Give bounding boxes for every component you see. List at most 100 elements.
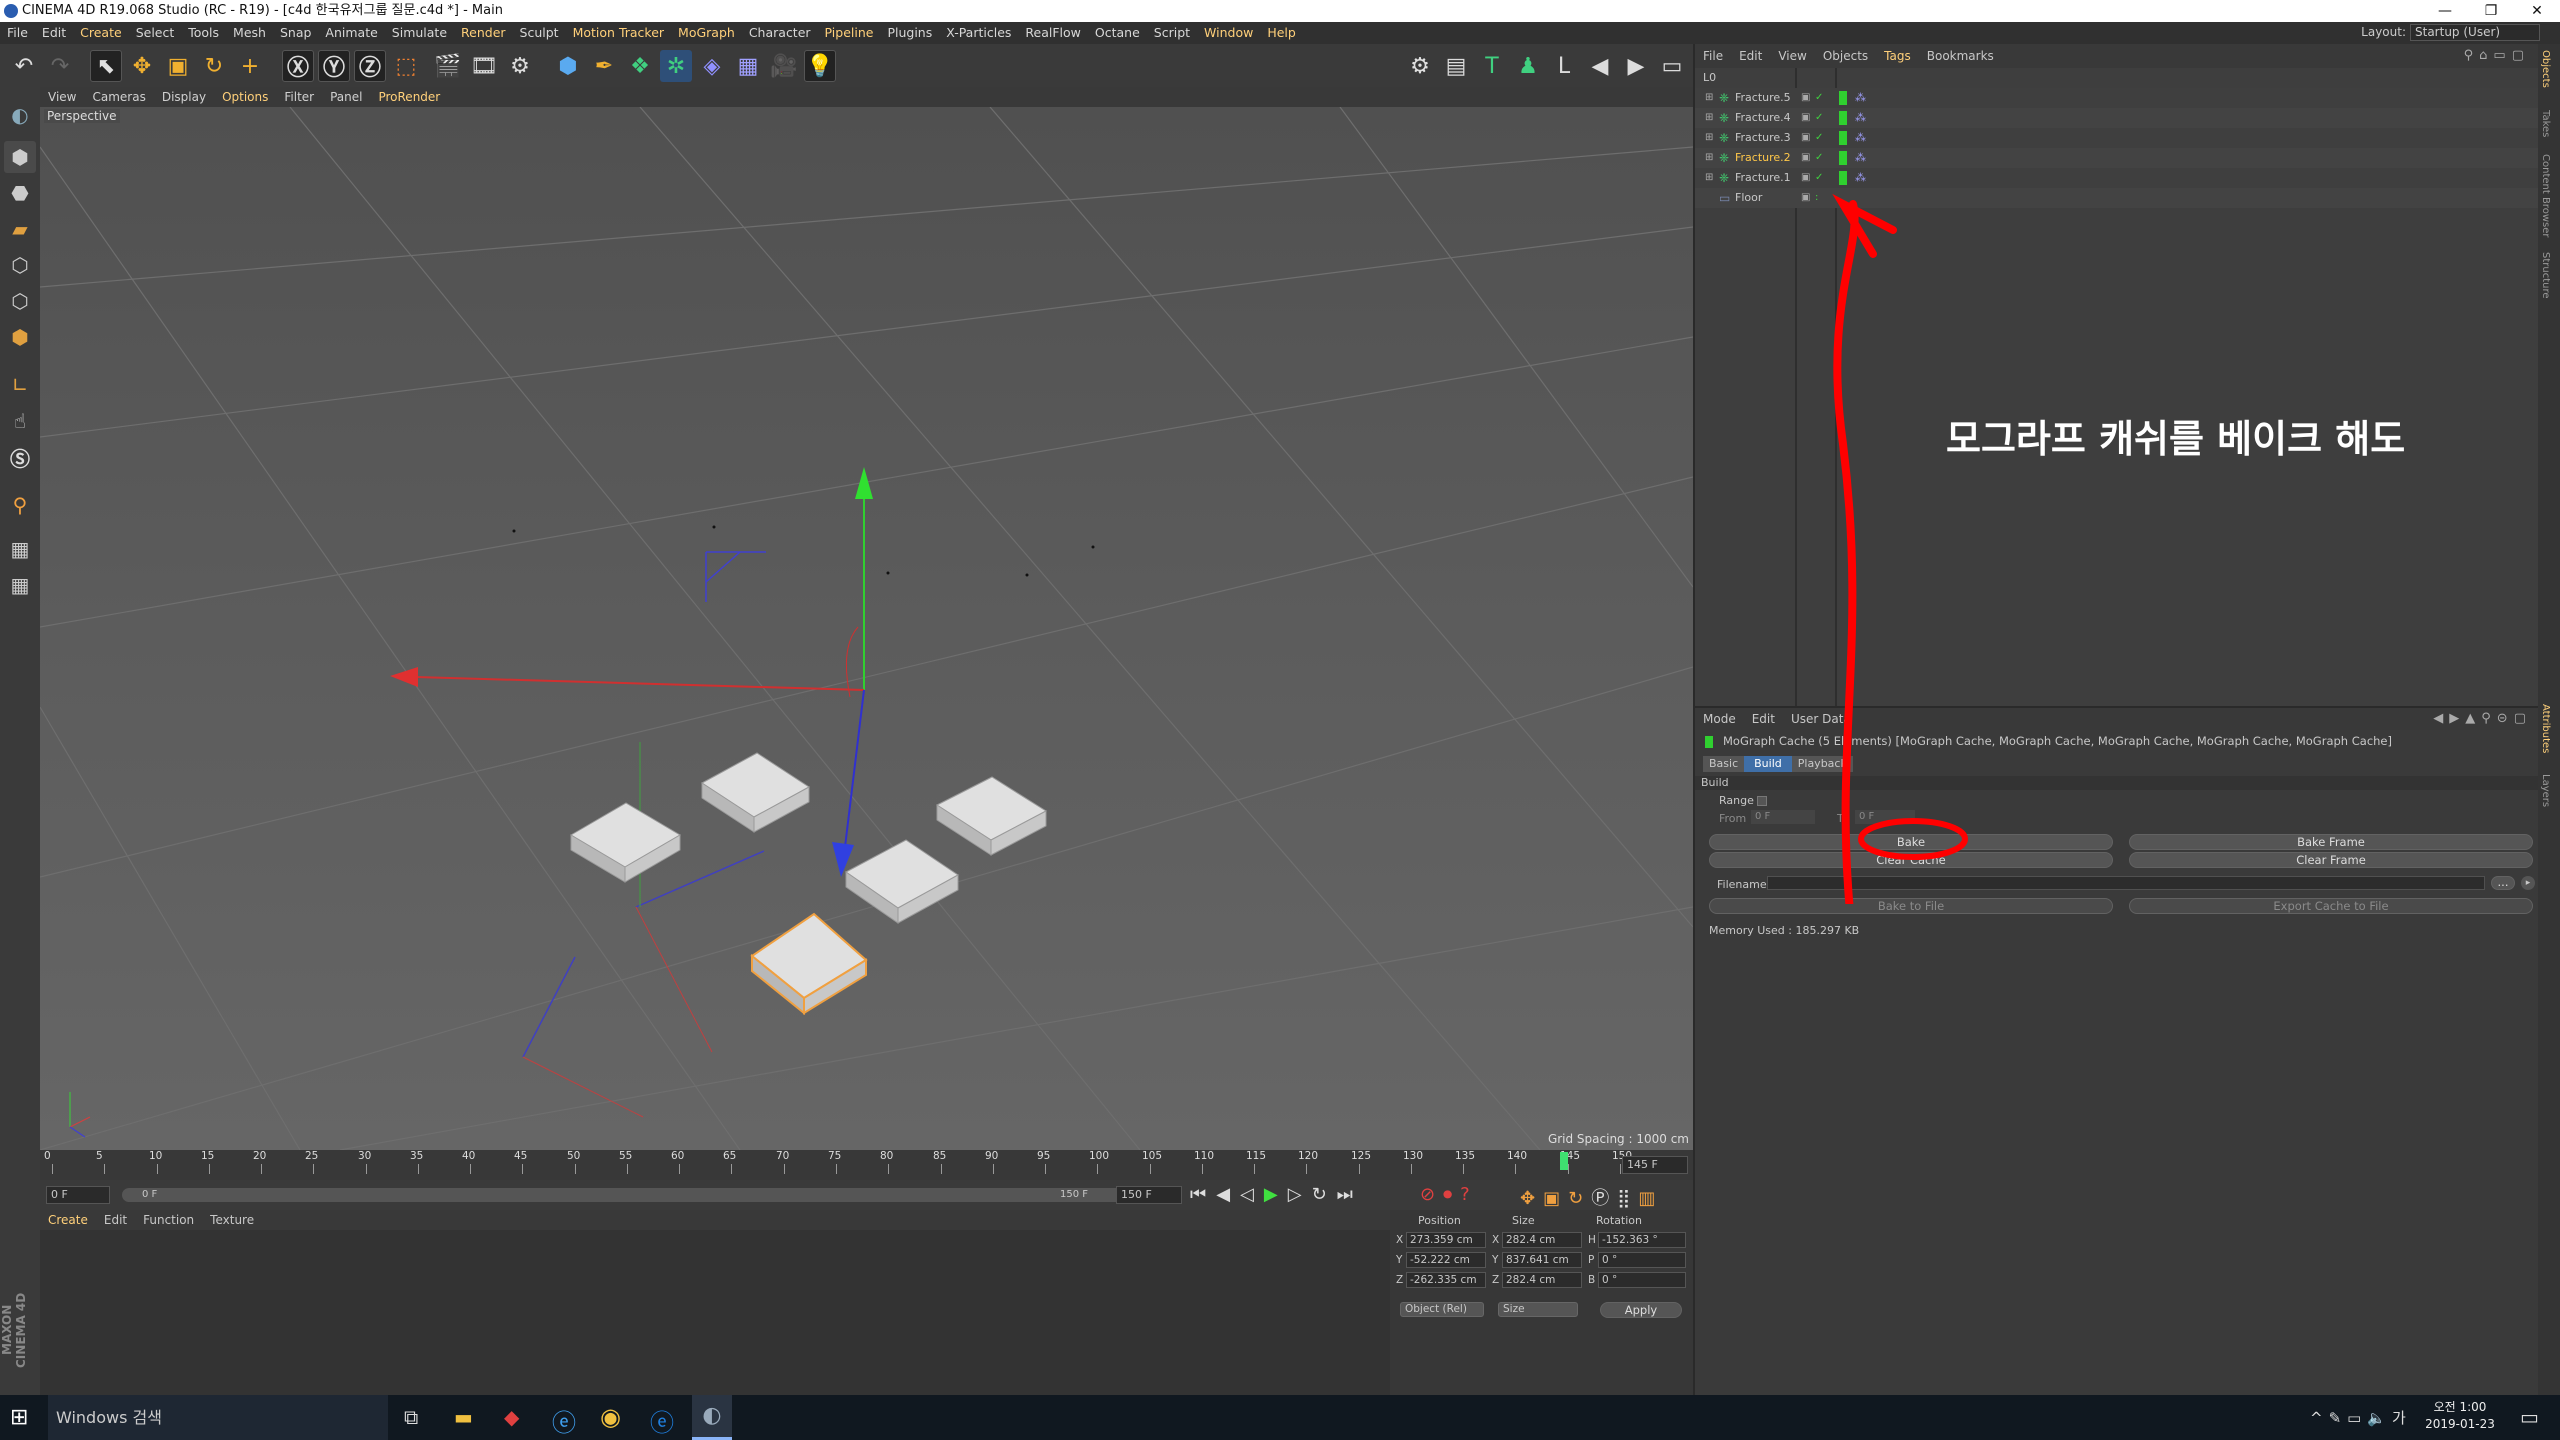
position-field[interactable]: -262.335 cm [1406, 1272, 1486, 1288]
axis-mode-icon[interactable]: ∟ [4, 369, 36, 401]
key-position-icon[interactable]: ✥ [1520, 1188, 1543, 1209]
start-frame-field[interactable]: 0 F [46, 1186, 110, 1204]
menu-plugins[interactable]: Plugins [880, 22, 939, 44]
text-tool-icon[interactable]: T [1476, 50, 1508, 82]
snapping-icon[interactable]: Ⓢ [4, 441, 36, 473]
texture-mode-icon[interactable]: ⬣ [4, 177, 36, 209]
menu-help[interactable]: Help [1260, 22, 1303, 44]
size-field[interactable]: 282.4 cm [1502, 1272, 1582, 1288]
menu-realflow[interactable]: RealFlow [1018, 22, 1087, 44]
windows-search-box[interactable]: Windows 검색 [48, 1395, 388, 1440]
task-view-icon[interactable]: ⧉ [404, 1405, 418, 1429]
side-tab-objects[interactable]: Objects [2540, 50, 2551, 88]
rotation-field[interactable]: 0 ° [1598, 1252, 1686, 1268]
key-scale-icon[interactable]: ▣ [1543, 1188, 1568, 1209]
go-to-end-icon[interactable]: ⏭ [1337, 1184, 1363, 1205]
side-tab-takes[interactable]: Takes [2540, 110, 2551, 137]
polygons-mode-icon[interactable]: ⬢ [4, 321, 36, 353]
side-tab-layers[interactable]: Layers [2540, 774, 2551, 807]
windows-start-icon[interactable]: ⊞ [10, 1405, 28, 1430]
layer-icon[interactable]: L [1548, 50, 1580, 82]
viewport-menu-view[interactable]: View [40, 87, 84, 107]
internet-explorer-icon[interactable]: ⓔ [552, 1403, 576, 1438]
x-axis-lock-icon[interactable]: Ⓧ [282, 50, 314, 82]
current-frame-field[interactable]: 145 F [1622, 1156, 1688, 1174]
menu-file[interactable]: File [0, 22, 35, 44]
menu-render[interactable]: Render [454, 22, 513, 44]
minimize-button[interactable]: — [2422, 0, 2468, 22]
make-editable-icon[interactable]: ◐ [4, 99, 36, 131]
pen-spline-icon[interactable]: ✒ [588, 50, 620, 82]
clock[interactable]: 오전 1:00 2019-01-23 [2420, 1399, 2500, 1433]
material-menu-texture[interactable]: Texture [202, 1210, 262, 1230]
scale-tool-icon[interactable]: ▣ [162, 50, 194, 82]
locked-workplane-icon[interactable]: ▦ [4, 569, 36, 601]
move-tool-icon[interactable]: ✥ [126, 50, 158, 82]
coordinate-mode-dropdown[interactable]: Object (Rel) [1400, 1302, 1484, 1317]
camera-object-icon[interactable]: 🎥 [768, 50, 800, 82]
menu-mesh[interactable]: Mesh [226, 22, 273, 44]
panel-layout-icon[interactable]: ▭ [1656, 50, 1688, 82]
render-picture-viewer-icon[interactable]: 🎞 [468, 50, 500, 82]
close-button[interactable]: ✕ [2514, 0, 2560, 22]
edge-icon[interactable]: ⓔ [650, 1403, 674, 1438]
chrome-icon[interactable]: ◉ [600, 1403, 621, 1431]
deformer-icon[interactable]: ◈ [696, 50, 728, 82]
octane-live-viewer-icon[interactable]: ▤ [1440, 50, 1472, 82]
model-mode-icon[interactable]: ⬢ [4, 141, 36, 173]
material-menu-create[interactable]: Create [40, 1210, 96, 1230]
key-rotation-icon[interactable]: ↻ [1568, 1188, 1591, 1209]
previous-key-icon[interactable]: ◀ [1216, 1184, 1240, 1205]
preview-range-slider[interactable]: 0 F [122, 1188, 1142, 1202]
menu-tools[interactable]: Tools [181, 22, 226, 44]
layout-selector[interactable]: Layout: Startup (User) [2361, 24, 2540, 41]
app-shield-icon[interactable]: ◆ [504, 1405, 519, 1429]
add-tool-icon[interactable]: + [234, 50, 266, 82]
tray-expand-icon[interactable]: ^ [2310, 1409, 2329, 1427]
menu-sculpt[interactable]: Sculpt [513, 22, 566, 44]
viewport-menu-cameras[interactable]: Cameras [84, 87, 153, 107]
position-field[interactable]: 273.359 cm [1406, 1232, 1486, 1248]
light-object-icon[interactable]: 💡 [804, 50, 836, 82]
subdivision-icon[interactable]: ❖ [624, 50, 656, 82]
menu-script[interactable]: Script [1147, 22, 1197, 44]
ime-indicator[interactable]: 가 [2392, 1409, 2412, 1427]
y-axis-lock-icon[interactable]: Ⓨ [318, 50, 350, 82]
maximize-button[interactable]: ❐ [2468, 0, 2514, 22]
material-menu-edit[interactable]: Edit [96, 1210, 135, 1230]
side-tab-content-browser[interactable]: Content Browser [2540, 154, 2551, 237]
menu-snap[interactable]: Snap [273, 22, 318, 44]
material-menu-function[interactable]: Function [135, 1210, 202, 1230]
menu-x-particles[interactable]: X-Particles [939, 22, 1018, 44]
render-view-icon[interactable]: 🎬 [432, 50, 464, 82]
menu-simulate[interactable]: Simulate [385, 22, 454, 44]
keyframe-selection-icon[interactable]: ? [1460, 1184, 1478, 1205]
rotation-field[interactable]: 0 ° [1598, 1272, 1686, 1288]
rotation-field[interactable]: -152.363 ° [1598, 1232, 1686, 1248]
record-keys-icon[interactable]: ⊘ [1420, 1184, 1443, 1205]
z-axis-lock-icon[interactable]: Ⓩ [354, 50, 386, 82]
key-pla-icon[interactable]: ⣿ [1617, 1188, 1638, 1209]
size-mode-dropdown[interactable]: Size [1498, 1302, 1578, 1317]
notification-icon[interactable]: ▭ [2520, 1405, 2539, 1429]
cube-object-icon[interactable]: ⬢ [552, 50, 584, 82]
viewport-menu-options[interactable]: Options [214, 87, 276, 107]
viewport-camera-label[interactable]: Perspective [44, 109, 120, 123]
next-key-icon[interactable]: ↻ [1312, 1184, 1337, 1205]
play-icon[interactable]: ▶ [1264, 1184, 1288, 1205]
layout-dropdown[interactable]: Startup (User) [2410, 24, 2540, 41]
end-frame-field[interactable]: 150 F [1116, 1186, 1182, 1204]
coordinate-system-icon[interactable]: ⬚ [390, 50, 422, 82]
render-settings-icon[interactable]: ⚙ [504, 50, 536, 82]
viewport-menu-display[interactable]: Display [154, 87, 214, 107]
pen-icon[interactable]: ✎ [2329, 1409, 2348, 1427]
viewport-menu-prorender[interactable]: ProRender [370, 87, 448, 107]
character-icon[interactable]: ♟ [1512, 50, 1544, 82]
autokey-icon[interactable]: ⏺ [1443, 1184, 1460, 1205]
previous-frame-icon[interactable]: ◁ [1240, 1184, 1264, 1205]
timeline-ruler[interactable]: 0 5 10 15 20 25 30 35 40 45 50 55 60 65 70 75 80 85 90 95 10… [40, 1150, 1693, 1180]
tweak-mode-icon[interactable]: ☝ [4, 405, 36, 437]
timeline-playhead[interactable] [1560, 1152, 1568, 1170]
menu-motion-tracker[interactable]: Motion Tracker [566, 22, 671, 44]
redo-icon[interactable]: ↷ [44, 50, 76, 82]
